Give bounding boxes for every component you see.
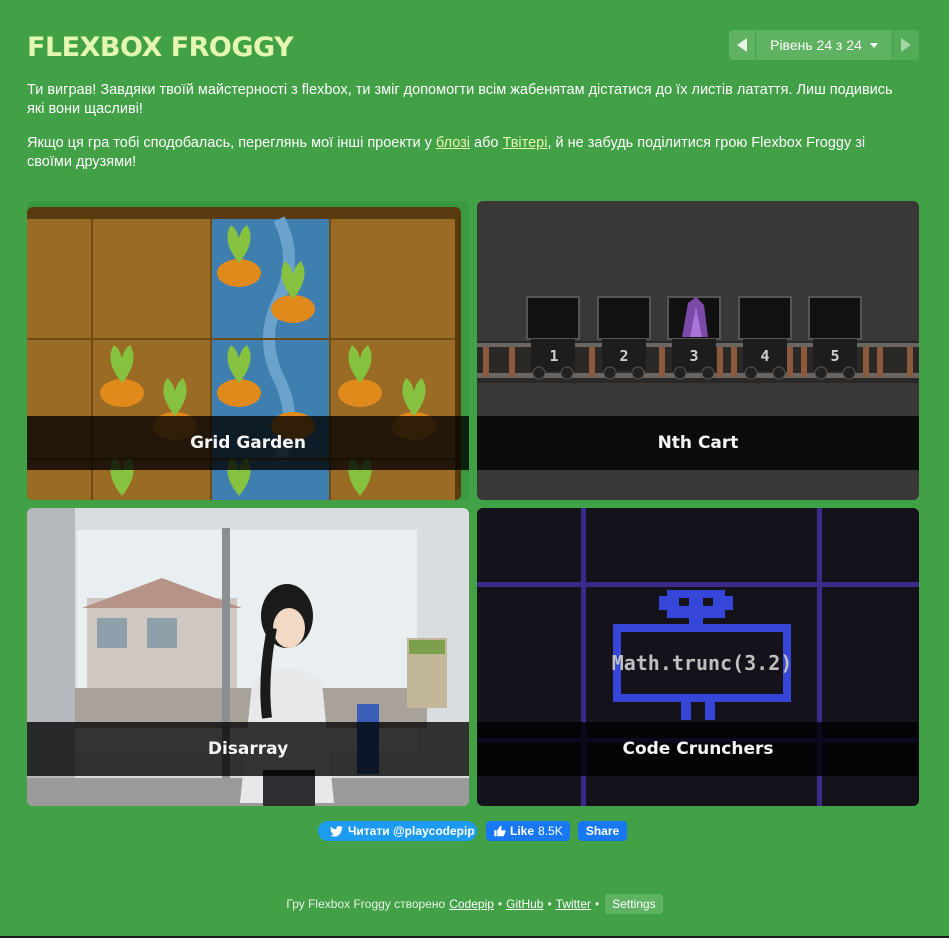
right-arrow-icon (901, 38, 911, 52)
cart-number-1: 1 (549, 347, 558, 365)
footer: Гру Flexbox Froggy створено Codepip • Gi… (0, 894, 949, 914)
cart-number-3: 3 (689, 347, 698, 365)
twitter-bird-icon (330, 825, 343, 837)
settings-button[interactable]: Settings (605, 894, 663, 914)
facebook-like-button[interactable]: Like 8.5K (486, 821, 570, 841)
footer-separator: • (547, 897, 552, 911)
thumbs-up-icon (494, 825, 506, 837)
game-card-grid-garden[interactable]: Grid Garden (27, 201, 469, 500)
like-label: Like (510, 824, 535, 838)
twitter-link[interactable]: Твітері (502, 135, 547, 151)
game-card-nth-cart[interactable]: 1 2 3 4 5 Nth Cart (477, 201, 919, 500)
game-title-nth-cart: Nth Cart (477, 416, 919, 470)
promo-message: Якщо ця гра тобі сподобалась, переглянь … (27, 135, 866, 170)
like-count: 8.5K (538, 824, 563, 838)
page-title: FLEXBOX FROGGY (27, 32, 294, 63)
game-title-disarray: Disarray (27, 722, 469, 776)
cart-number-2: 2 (619, 347, 628, 365)
footer-separator: • (497, 897, 503, 911)
header: FLEXBOX FROGGY Рівень 24 з 24 (27, 30, 919, 64)
cart-number-5: 5 (830, 347, 839, 365)
codepip-link[interactable]: Codepip (449, 897, 494, 911)
level-navigation: Рівень 24 з 24 (729, 30, 919, 60)
blog-link[interactable]: блозі (436, 135, 470, 151)
game-title-code-crunchers: Code Crunchers (477, 722, 919, 776)
left-arrow-icon (737, 38, 747, 52)
twitter-follow-button[interactable]: Читати @playcodepip (318, 821, 477, 841)
level-label: Рівень 24 з 24 (770, 37, 862, 53)
win-message: Ти виграв! Завдяки твоїй майстерності з … (27, 82, 893, 117)
footer-twitter-link[interactable]: Twitter (556, 897, 591, 911)
caret-down-icon (869, 42, 878, 48)
twitter-follow-label: Читати @playcodepip (348, 824, 475, 838)
code-expression: Math.trunc(3.2) (612, 651, 793, 675)
next-level-button[interactable] (893, 30, 919, 60)
facebook-share-button[interactable]: Share (578, 821, 627, 841)
game-card-code-crunchers[interactable]: Math.trunc(3.2) Code Crunchers (477, 508, 919, 806)
level-dropdown[interactable]: Рівень 24 з 24 (756, 30, 892, 60)
github-link[interactable]: GitHub (506, 897, 543, 911)
footer-separator: • (595, 897, 600, 911)
cart-number-4: 4 (760, 347, 769, 365)
game-title-grid-garden: Grid Garden (27, 416, 469, 470)
prev-level-button[interactable] (729, 30, 755, 60)
footer-credit: Гру Flexbox Froggy створено (286, 897, 446, 911)
game-card-disarray[interactable]: Disarray (27, 508, 469, 806)
